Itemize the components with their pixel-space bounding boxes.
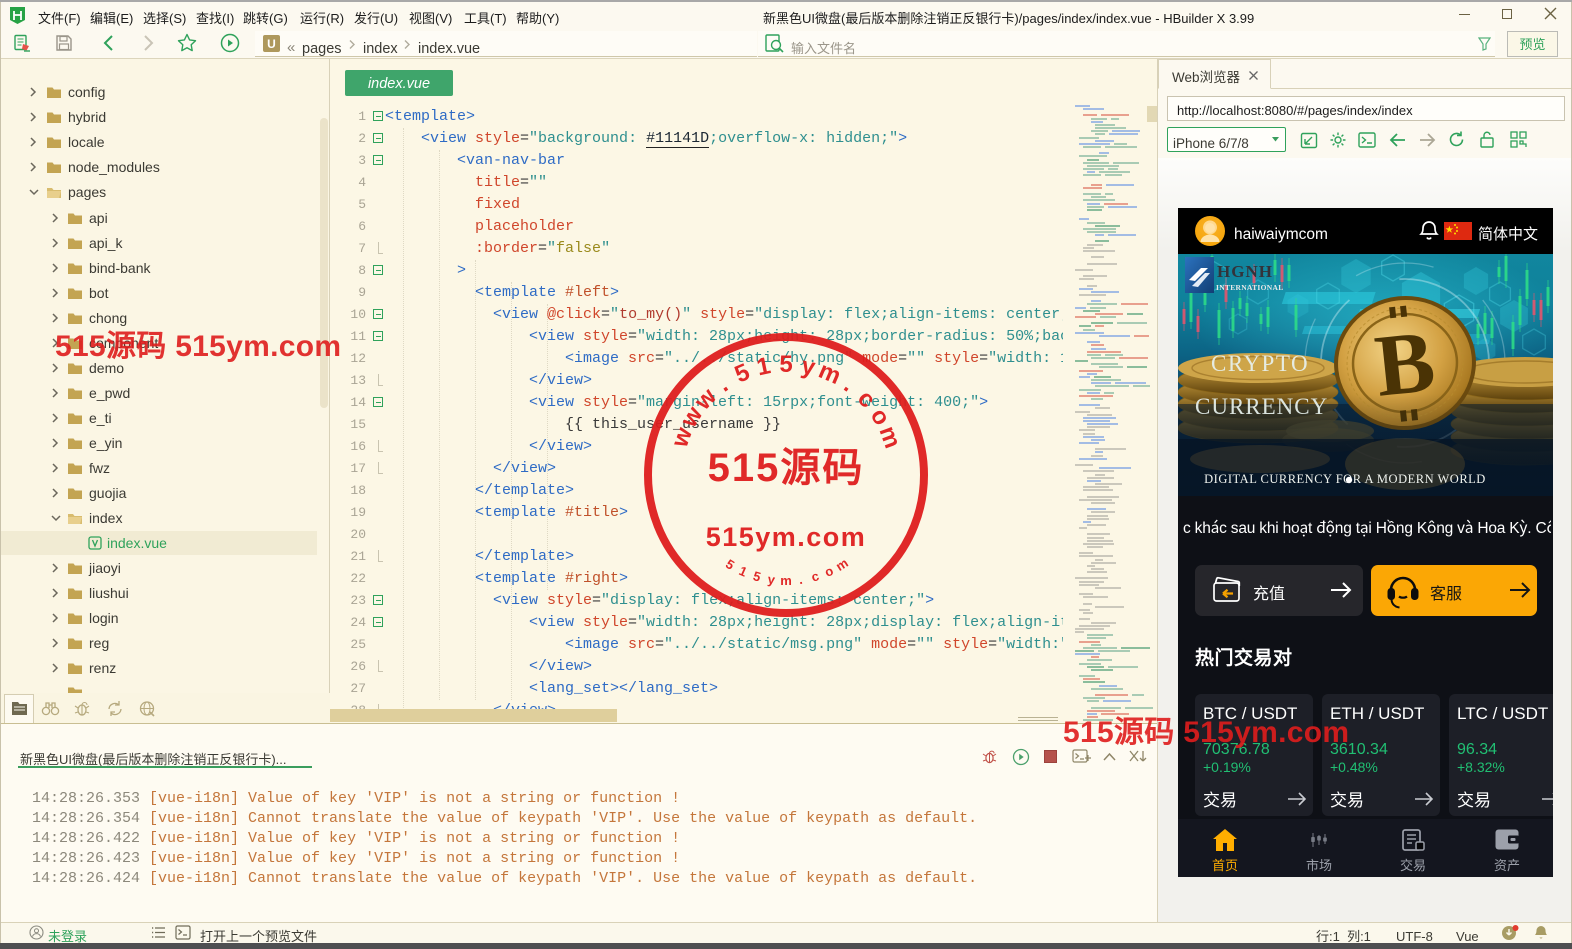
svg-text:y: y (767, 572, 777, 588)
svg-text:HGNH: HGNH (1217, 262, 1273, 281)
svg-text:m: m (780, 573, 792, 588)
svg-text:1: 1 (737, 563, 750, 580)
svg-text:c: c (852, 385, 881, 413)
svg-text:.: . (712, 371, 733, 397)
svg-text:m: m (833, 555, 851, 574)
svg-text:.: . (839, 371, 860, 397)
svg-text:515ym.com: 515ym.com (706, 522, 867, 552)
svg-text:DIGITAL CURRENCY FOR A MODERN: DIGITAL CURRENCY FOR A MODERN WORLD (1204, 472, 1486, 486)
svg-text:m: m (815, 357, 845, 390)
svg-text:5: 5 (731, 358, 754, 388)
svg-text:5: 5 (751, 568, 762, 584)
svg-text:c: c (810, 568, 821, 584)
svg-text:5: 5 (779, 351, 792, 378)
svg-text:o: o (822, 563, 835, 580)
svg-text:1: 1 (754, 352, 773, 381)
svg-text:INTERNATIONAL: INTERNATIONAL (1216, 283, 1284, 292)
svg-text:515源码: 515源码 (708, 435, 865, 493)
svg-text:y: y (799, 352, 818, 381)
svg-text:.: . (798, 572, 804, 587)
svg-text:m: m (874, 423, 907, 452)
svg-text:5: 5 (723, 556, 737, 573)
svg-text:CURRENCY: CURRENCY (1195, 394, 1328, 419)
svg-text:CRYPTO: CRYPTO (1211, 351, 1309, 376)
